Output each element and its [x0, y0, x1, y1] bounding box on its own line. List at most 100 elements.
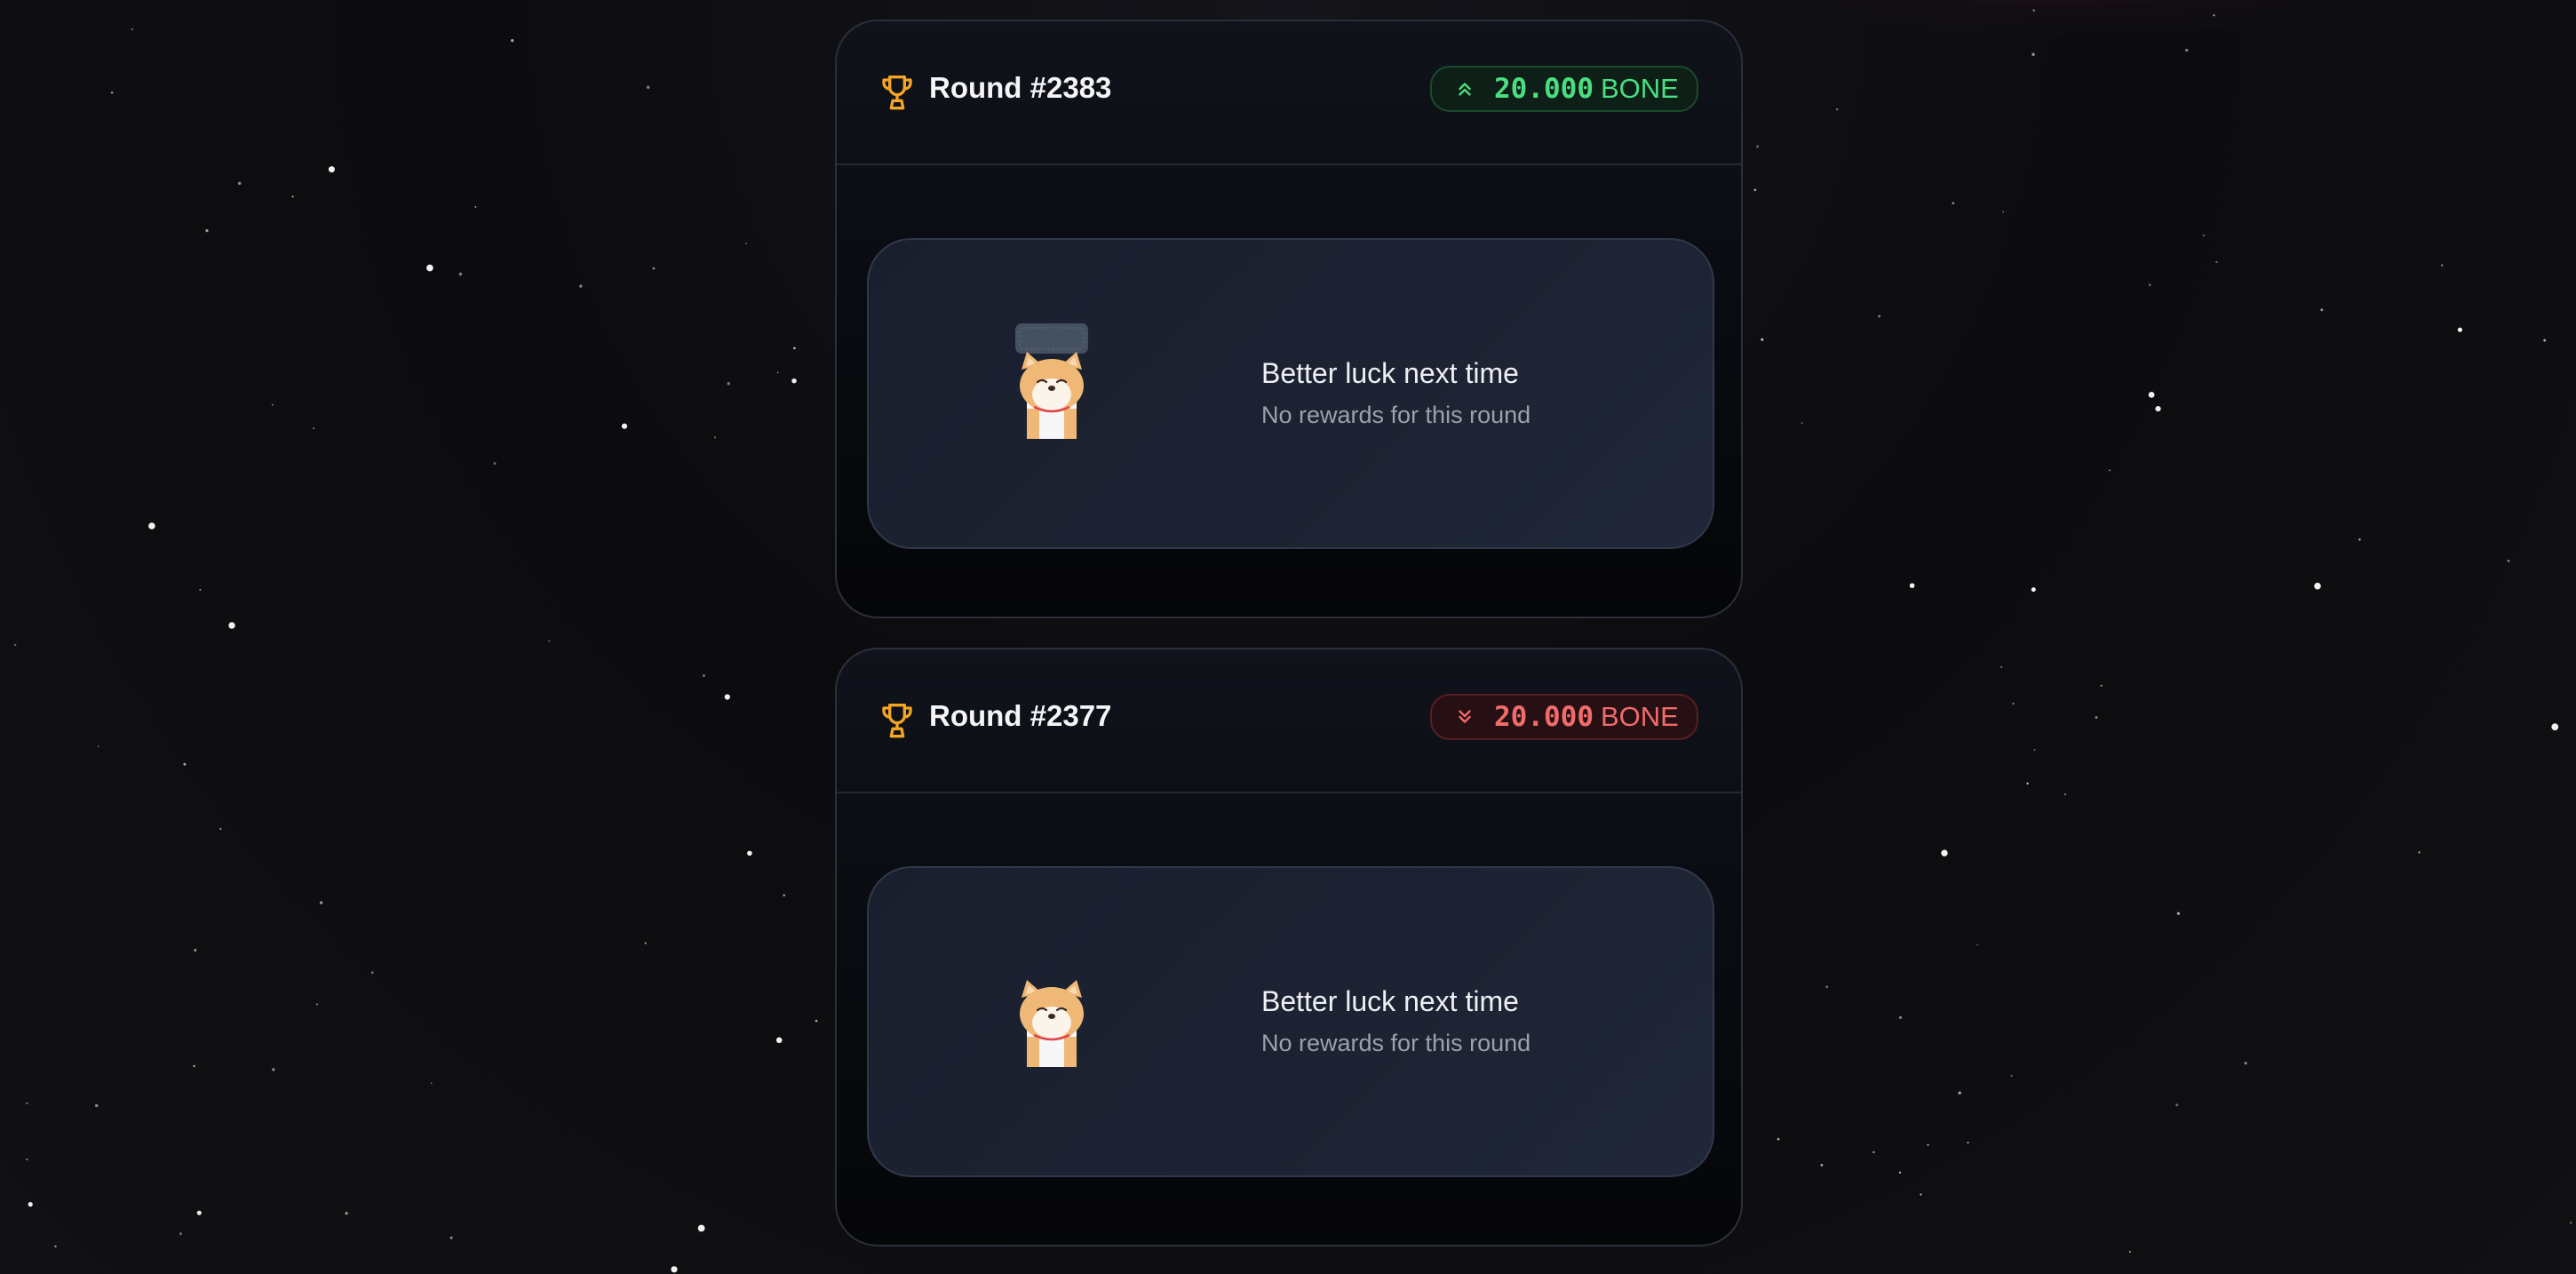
round-card: Round #2377 20.000 BONE Better luck next…: [835, 648, 1743, 1246]
star: [2185, 48, 2189, 52]
star: [1927, 1143, 1929, 1146]
star: [724, 694, 730, 700]
result-subtitle: No rewards for this round: [1261, 1030, 1531, 1056]
star: [196, 1210, 202, 1215]
payout-amount: 20.000: [1494, 701, 1594, 733]
round-card-header: Round #2377 20.000 BONE: [837, 649, 1741, 793]
star: [95, 1103, 99, 1108]
star: [1753, 188, 1757, 192]
star: [2418, 851, 2421, 854]
result-title: Better luck next time: [1261, 985, 1519, 1017]
star: [2148, 392, 2155, 398]
star: [131, 28, 134, 31]
star: [199, 588, 202, 591]
star: [2128, 1250, 2131, 1254]
star: [1952, 202, 1955, 205]
star: [548, 640, 551, 642]
star: [493, 462, 497, 466]
star: [2031, 587, 2036, 593]
star: [26, 1102, 28, 1104]
trophy-icon: [882, 704, 912, 738]
star: [2063, 792, 2067, 796]
star: [2551, 723, 2559, 731]
round-card-header: Round #2383 20.000 BONE: [837, 21, 1741, 165]
star: [449, 1236, 453, 1239]
star: [193, 1064, 195, 1068]
star: [2000, 666, 2003, 668]
star: [2569, 1222, 2572, 1224]
payout-amount: 20.000: [1494, 73, 1594, 105]
star: [97, 745, 99, 747]
star: [458, 272, 463, 276]
star: [313, 427, 314, 430]
star: [775, 1037, 783, 1044]
star: [345, 1212, 348, 1215]
star: [315, 1003, 319, 1006]
round-title: Round #2383: [929, 71, 1112, 104]
star: [26, 1159, 28, 1160]
star: [2507, 560, 2510, 562]
star: [219, 827, 222, 831]
star: [205, 229, 209, 233]
star: [110, 92, 114, 94]
star: [2215, 260, 2218, 264]
star: [2457, 327, 2462, 332]
trophy-icon: [882, 75, 912, 110]
star: [2002, 211, 2005, 213]
star: [2244, 1062, 2247, 1065]
star: [328, 166, 335, 173]
star: [2440, 264, 2444, 267]
star: [2175, 1103, 2179, 1107]
star: [1756, 145, 1759, 148]
star: [776, 371, 779, 374]
star: [1836, 107, 1839, 111]
star: [319, 901, 323, 904]
star: [697, 1224, 705, 1232]
round-title: Round #2377: [929, 699, 1112, 732]
result-panel: Better luck next time No rewards for thi…: [867, 238, 1714, 549]
star: [815, 1019, 818, 1023]
payout-badge: 20.000 BONE: [1430, 66, 1698, 112]
star: [238, 181, 242, 186]
star: [1898, 1171, 1902, 1174]
star: [791, 378, 797, 384]
star: [2202, 234, 2205, 237]
star: [2155, 406, 2161, 412]
star: [727, 382, 730, 386]
payout-token: BONE: [1600, 73, 1679, 104]
star: [793, 346, 796, 350]
star: [1872, 1151, 1875, 1154]
star: [2148, 283, 2151, 287]
star: [1976, 944, 1978, 946]
star: [194, 949, 197, 952]
star: [426, 264, 433, 272]
star: [1941, 849, 1948, 856]
star: [745, 243, 747, 245]
star: [430, 1082, 433, 1085]
star: [2100, 684, 2103, 687]
star: [148, 522, 155, 530]
star: [783, 894, 785, 896]
star: [2012, 702, 2015, 705]
star: [228, 622, 235, 629]
star: [271, 403, 274, 406]
chevrons-down-icon: [1459, 710, 1471, 723]
star: [2031, 52, 2035, 56]
star: [652, 267, 656, 270]
star: [183, 762, 187, 766]
star: [2010, 1074, 2013, 1077]
payout-token: BONE: [1600, 701, 1679, 732]
result-panel: Better luck next time No rewards for thi…: [867, 866, 1714, 1177]
star: [621, 423, 628, 429]
chevrons-up-icon: [1459, 83, 1471, 96]
star: [1920, 1193, 1922, 1196]
star: [2358, 537, 2361, 541]
star: [703, 674, 705, 677]
star: [647, 85, 650, 90]
star: [2109, 469, 2111, 472]
star: [2543, 338, 2547, 342]
star: [272, 1068, 275, 1071]
star: [1958, 1091, 1961, 1095]
star: [179, 1232, 182, 1235]
star: [2033, 748, 2036, 751]
